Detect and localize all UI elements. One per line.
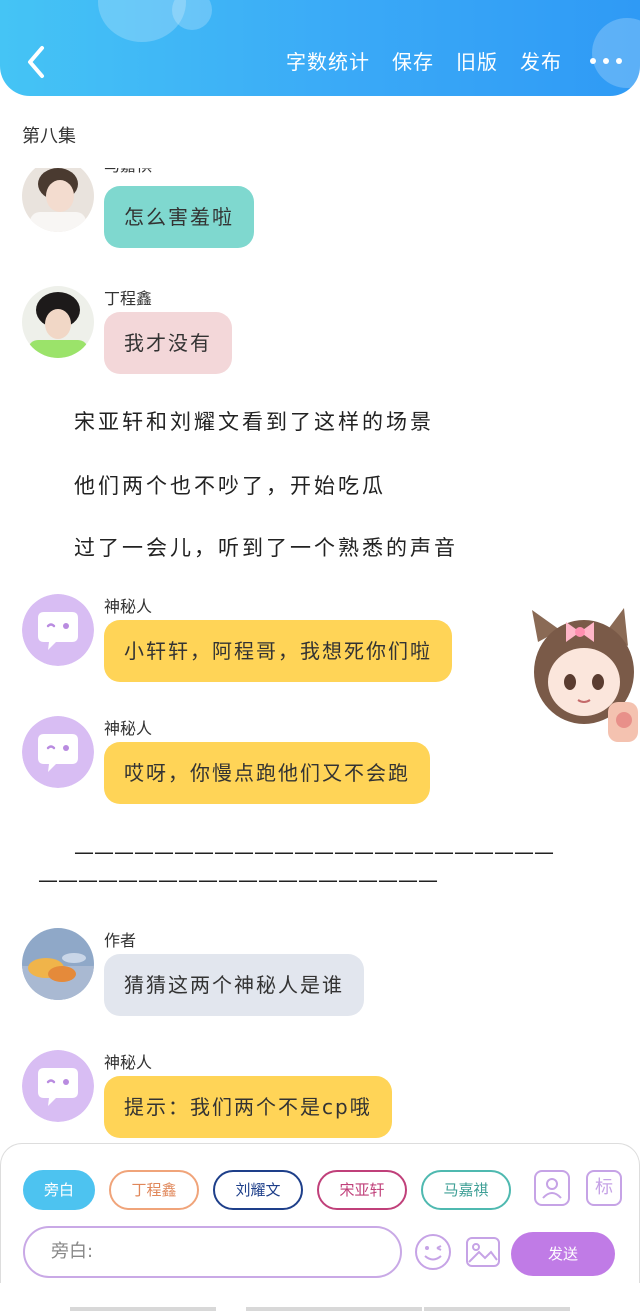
- header-actions: 字数统计 保存 旧版 发布: [264, 46, 622, 75]
- chat-area[interactable]: 马嘉祺 怎么害羞啦 丁程鑫 我才没有 宋亚轩和刘耀文看到了这样的场景 他们两个也…: [0, 168, 640, 1143]
- message-bubble: 我才没有: [104, 312, 232, 374]
- word-count-button[interactable]: 字数统计: [286, 46, 370, 75]
- message-bubble: 哎呀，你慢点跑他们又不会跑: [104, 742, 430, 804]
- narration-text: 过了一会儿，听到了一个熟悉的声音: [74, 536, 458, 560]
- chat-message[interactable]: 丁程鑫 我才没有: [22, 286, 232, 374]
- message-bubble: 怎么害羞啦: [104, 186, 254, 248]
- emoji-icon[interactable]: [413, 1232, 453, 1272]
- avatar: [22, 928, 94, 1000]
- message-bubble: 猜猜这两个神秘人是谁: [104, 954, 364, 1016]
- bottom-indicator: [424, 1307, 570, 1311]
- top-bar: 字数统计 保存 旧版 发布: [0, 0, 640, 96]
- chat-message[interactable]: 神秘人 小轩轩，阿程哥，我想死你们啦: [22, 594, 452, 682]
- role-chip-song[interactable]: 宋亚轩: [317, 1170, 407, 1210]
- message-input[interactable]: 旁白:: [23, 1226, 402, 1278]
- cat-girl-sticker[interactable]: [524, 602, 640, 752]
- narration-text: 宋亚轩和刘耀文看到了这样的场景: [74, 410, 434, 434]
- sender-name: 神秘人: [104, 719, 153, 738]
- chat-bubble-icon: [22, 594, 94, 666]
- save-button[interactable]: 保存: [392, 46, 434, 75]
- chat-bubble-icon: [22, 1050, 94, 1122]
- message-bubble: 提示：我们两个不是cp哦: [104, 1076, 392, 1138]
- old-version-button[interactable]: 旧版: [456, 46, 498, 75]
- chat-bubble-icon: [22, 716, 94, 788]
- sender-name: 神秘人: [104, 597, 153, 616]
- role-selector: 旁白 丁程鑫 刘耀文 宋亚轩 马嘉祺: [23, 1170, 525, 1210]
- avatar: [22, 716, 94, 788]
- back-button[interactable]: [22, 42, 50, 82]
- tag-icon[interactable]: 标: [586, 1170, 622, 1206]
- send-button[interactable]: 发送: [511, 1232, 615, 1276]
- user-card-icon[interactable]: [534, 1170, 570, 1206]
- message-bubble: 小轩轩，阿程哥，我想死你们啦: [104, 620, 452, 682]
- more-icon[interactable]: [590, 57, 622, 64]
- composer-panel: 旁白 丁程鑫 刘耀文 宋亚轩 马嘉祺 标 旁白: 发送: [0, 1143, 640, 1283]
- chat-message[interactable]: 马嘉祺 怎么害羞啦: [22, 168, 254, 248]
- image-icon[interactable]: [463, 1232, 503, 1272]
- decorative-bubble: [172, 0, 212, 30]
- chat-message[interactable]: 神秘人 提示：我们两个不是cp哦: [22, 1050, 392, 1138]
- divider-line: ————————————————————————: [74, 840, 554, 864]
- chat-message[interactable]: 作者 猜猜这两个神秘人是谁: [22, 928, 364, 1016]
- role-chip-ding[interactable]: 丁程鑫: [109, 1170, 199, 1210]
- narration-text: 他们两个也不吵了，开始吃瓜: [74, 474, 386, 498]
- role-chip-narrator[interactable]: 旁白: [23, 1170, 95, 1210]
- role-chip-liu[interactable]: 刘耀文: [213, 1170, 303, 1210]
- chevron-left-icon: [28, 46, 44, 78]
- avatar: [22, 594, 94, 666]
- sender-name: 丁程鑫: [104, 289, 153, 308]
- chat-message[interactable]: 神秘人 哎呀，你慢点跑他们又不会跑: [22, 716, 430, 804]
- episode-title: 第八集: [22, 126, 76, 147]
- bottom-indicator: [246, 1307, 422, 1311]
- sender-name: 作者: [104, 931, 137, 950]
- avatar: [22, 168, 94, 232]
- avatar: [22, 1050, 94, 1122]
- sender-name: 马嘉祺: [104, 168, 254, 176]
- sender-name: 神秘人: [104, 1053, 153, 1072]
- avatar: [22, 286, 94, 358]
- role-chip-ma[interactable]: 马嘉祺: [421, 1170, 511, 1210]
- bottom-indicator: [70, 1307, 216, 1311]
- divider-line: ————————————————————: [38, 868, 438, 892]
- publish-button[interactable]: 发布: [520, 46, 562, 75]
